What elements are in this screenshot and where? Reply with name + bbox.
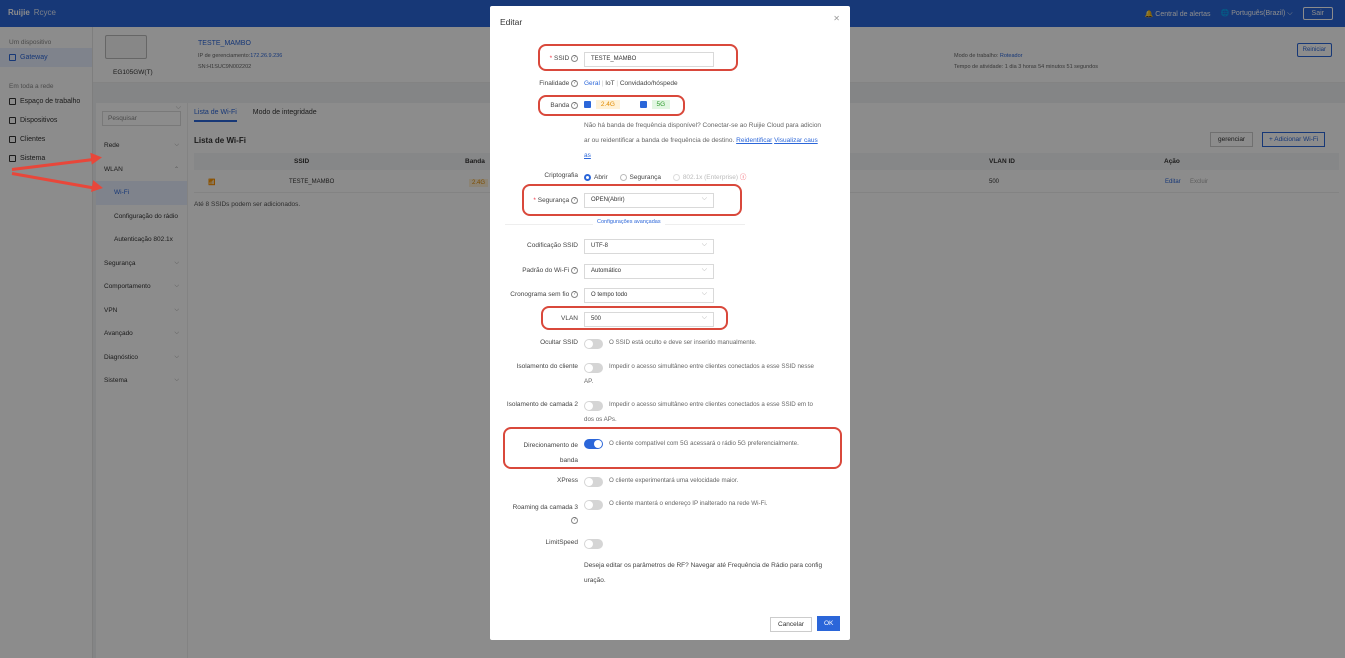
reidentify-link[interactable]: Reidentificar: [736, 137, 772, 144]
edit-dialog: Editar ✕ * SSID ? TESTE_MAMBO Finalidade…: [490, 6, 850, 640]
crypto-options: Abrir Segurança 802.1x (Enterprise) ⓘ: [584, 171, 746, 181]
annotation-box: [503, 427, 842, 469]
purpose-guest[interactable]: Convidado/hóspede: [620, 80, 678, 87]
l2-isolation-toggle[interactable]: [584, 401, 603, 411]
encoding-select[interactable]: UTF-8: [584, 239, 714, 254]
xpress-toggle[interactable]: [584, 477, 603, 487]
annotation-box: [541, 306, 728, 330]
hide-ssid-label: Ocultar SSID: [540, 339, 578, 346]
help-icon: ?: [571, 291, 578, 298]
hide-ssid-toggle[interactable]: [584, 339, 603, 349]
schedule-label: Cronograma sem fio ?: [510, 291, 578, 298]
crypto-security-radio[interactable]: [619, 173, 627, 181]
client-isolation-label: Isolamento do cliente: [516, 363, 578, 370]
annotation-box: [522, 184, 742, 216]
warning-icon: ⓘ: [739, 174, 747, 181]
purpose-options: Geral | IoT | Convidado/hóspede: [584, 80, 678, 87]
l2-isolation-desc: Impedir o acesso simultâneo entre client…: [584, 401, 813, 423]
help-icon: ?: [571, 516, 578, 524]
ok-button[interactable]: OK: [817, 616, 841, 631]
standard-label: Padrão do Wi-Fi ?: [522, 267, 578, 274]
crypto-open-radio[interactable]: [584, 173, 591, 181]
limitspeed-toggle[interactable]: [584, 539, 603, 549]
roaming-toggle[interactable]: [584, 500, 603, 510]
rf-settings-link[interactable]: Deseja editar os parâmetros de RF? Naveg…: [584, 558, 844, 588]
close-icon[interactable]: ✕: [833, 14, 840, 23]
client-isolation-desc: Impedir o acesso simultâneo entre client…: [584, 363, 814, 385]
annotation-arrowhead: [91, 180, 104, 194]
annotation-box: [538, 95, 685, 116]
roaming-desc: O cliente manterá o endereço IP inaltera…: [609, 500, 768, 507]
annotation-box: [538, 44, 738, 71]
encoding-label: Codificação SSID: [527, 242, 578, 249]
cancel-button[interactable]: Cancelar: [770, 617, 813, 632]
limitspeed-label: LimitSpeed: [545, 539, 578, 546]
l2-isolation-label: Isolamento de camada 2: [506, 401, 578, 408]
purpose-general[interactable]: Geral: [584, 80, 600, 87]
xpress-desc: O cliente experimentará uma velocidade m…: [609, 477, 739, 484]
purpose-label: Finalidade ?: [539, 80, 578, 87]
crypto-enterprise-radio[interactable]: [672, 173, 680, 181]
client-isolation-toggle[interactable]: [584, 363, 603, 373]
hide-ssid-desc: O SSID está oculto e deve ser inserido m…: [609, 339, 757, 346]
roaming-label: Roaming da camada 3?: [512, 504, 578, 524]
purpose-iot[interactable]: IoT: [605, 80, 614, 87]
help-icon: ?: [571, 80, 578, 87]
xpress-label: XPress: [557, 477, 578, 484]
view-causes-link[interactable]: Visualizar caus: [774, 137, 818, 144]
band-note: Não há banda de frequência disponível? C…: [584, 122, 822, 159]
dialog-title: Editar: [500, 17, 523, 27]
schedule-select[interactable]: O tempo todo: [584, 288, 714, 303]
crypto-label: Criptografia: [544, 172, 578, 179]
advanced-settings-link[interactable]: Configurações avançadas: [593, 219, 665, 225]
annotation-arrowhead: [90, 151, 103, 165]
help-icon: ?: [571, 267, 578, 274]
standard-select[interactable]: Automático: [584, 264, 714, 279]
